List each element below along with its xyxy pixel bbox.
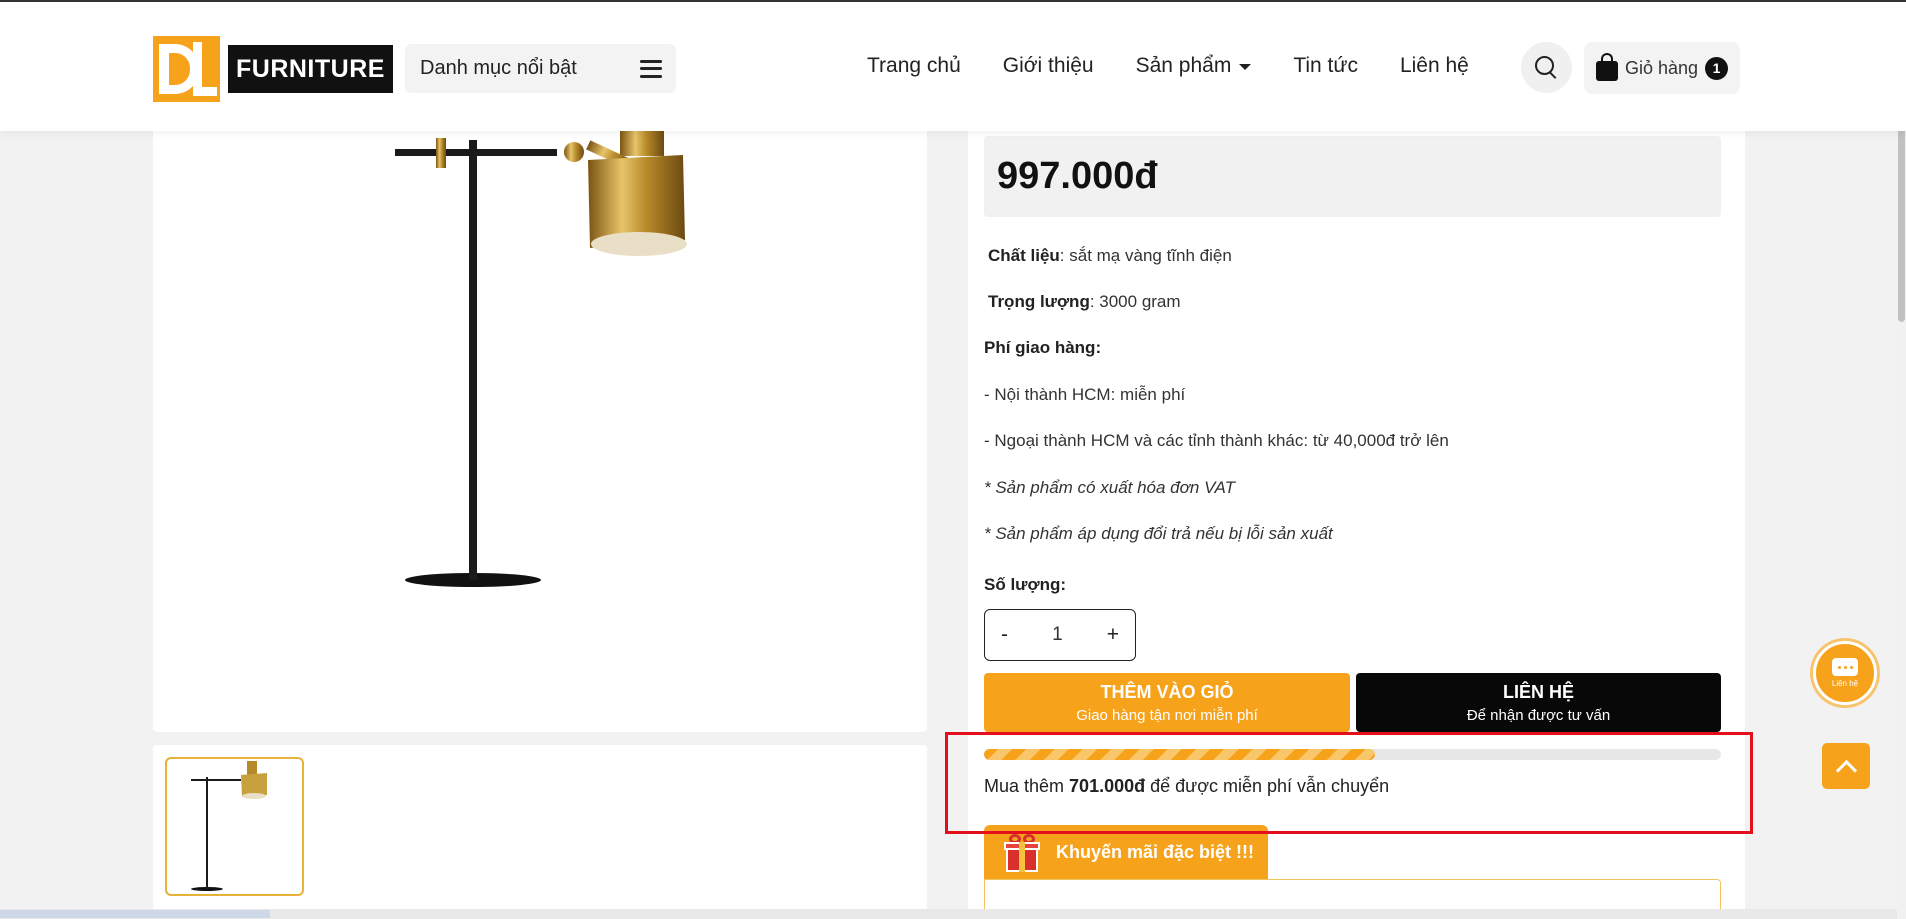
quantity-input[interactable]: 1 bbox=[1052, 624, 1063, 646]
nav-products-label: Sản phẩm bbox=[1135, 54, 1232, 77]
chevron-up-icon bbox=[1835, 759, 1857, 781]
search-button[interactable] bbox=[1521, 42, 1572, 93]
free-shipping-amount: 701.000đ bbox=[1069, 776, 1146, 796]
note-vat: * Sản phẩm có xuất hóa đơn VAT bbox=[984, 478, 1235, 497]
vertical-scrollbar[interactable] bbox=[1897, 0, 1906, 919]
add-to-cart-sublabel: Giao hàng tận nơi miễn phí bbox=[1076, 706, 1258, 724]
nav-products[interactable]: Sản phẩm bbox=[1136, 54, 1252, 78]
nav-news[interactable]: Tin tức bbox=[1293, 54, 1358, 78]
lamp-thumbnail-image bbox=[191, 761, 267, 891]
category-menu-button[interactable]: Danh mục nổi bật bbox=[405, 44, 676, 93]
spec-weight-label: Trọng lượng bbox=[988, 292, 1090, 311]
note-return: * Sản phẩm áp dụng đổi trả nếu bị lỗi sả… bbox=[984, 524, 1333, 543]
vertical-scroll-thumb[interactable] bbox=[1898, 110, 1905, 322]
floating-contact-label: Liên hệ bbox=[1831, 679, 1859, 688]
menu-icon bbox=[640, 59, 662, 78]
chevron-down-icon bbox=[1239, 64, 1252, 70]
horizontal-scrollbar[interactable] bbox=[0, 909, 1897, 919]
thumbnail-strip bbox=[153, 745, 927, 911]
contact-label: LIÊN HỆ bbox=[1502, 681, 1574, 702]
logo-mark bbox=[153, 36, 220, 102]
gift-icon bbox=[1004, 833, 1040, 872]
cart-button[interactable]: Giỏ hàng 1 bbox=[1584, 42, 1740, 94]
quantity-label: Số lượng: bbox=[984, 575, 1066, 594]
back-to-top-button[interactable] bbox=[1822, 743, 1870, 789]
product-info: 997.000đ Chất liệu: sắt mạ vàng tĩnh điệ… bbox=[968, 100, 1745, 919]
main-nav: Trang chủ Giới thiệu Sản phẩm Tin tức Li… bbox=[867, 54, 1511, 78]
lamp-image bbox=[395, 100, 687, 587]
shopping-bag-icon bbox=[1596, 53, 1618, 81]
horizontal-scroll-thumb[interactable] bbox=[0, 910, 270, 918]
spec-weight-value: : 3000 gram bbox=[1089, 292, 1181, 311]
nav-contact[interactable]: Liên hệ bbox=[1400, 54, 1469, 78]
brand-logo[interactable]: FURNITURE bbox=[153, 36, 393, 102]
spec-weight: Trọng lượng: 3000 gram bbox=[988, 292, 1181, 312]
shipping-line-outer: - Ngoại thành HCM và các tỉnh thành khác… bbox=[984, 431, 1449, 450]
shipping-heading: Phí giao hàng: bbox=[984, 338, 1102, 357]
promotion-title: Khuyến mãi đặc biệt !!! bbox=[1056, 842, 1255, 862]
quantity-increase-button[interactable]: + bbox=[1107, 623, 1119, 647]
shipping-line-inner-city: - Nội thành HCM: miễn phí bbox=[984, 385, 1186, 404]
product-price: 997.000đ bbox=[984, 136, 1721, 217]
free-shipping-message: Mua thêm 701.000đ để được miễn phí vẫn c… bbox=[984, 776, 1390, 796]
free-shipping-progress-fill bbox=[984, 749, 1375, 760]
contact-button[interactable]: LIÊN HỆ Để nhận được tư vấn bbox=[1356, 673, 1721, 732]
free-shipping-progress-bar bbox=[984, 749, 1721, 760]
product-main-image[interactable] bbox=[153, 100, 927, 732]
quantity-stepper: - 1 + bbox=[984, 609, 1136, 661]
spec-material: Chất liệu: sắt mạ vàng tĩnh điện bbox=[988, 246, 1232, 266]
nav-about[interactable]: Giới thiệu bbox=[1003, 54, 1094, 78]
chat-icon bbox=[1832, 658, 1858, 676]
promotion-tab[interactable]: Khuyến mãi đặc biệt !!! bbox=[984, 825, 1268, 880]
cart-count-badge: 1 bbox=[1705, 56, 1729, 80]
spec-material-value: : sắt mạ vàng tĩnh điện bbox=[1059, 246, 1232, 265]
quantity-decrease-button[interactable]: - bbox=[1001, 623, 1008, 647]
product-thumbnail[interactable] bbox=[165, 757, 304, 896]
floating-contact-button[interactable]: Liên hệ bbox=[1813, 641, 1877, 705]
category-menu-label: Danh mục nổi bật bbox=[420, 57, 577, 79]
cart-label: Giỏ hàng bbox=[1625, 57, 1699, 78]
contact-sublabel: Để nhận được tư vấn bbox=[1466, 706, 1611, 724]
logo-text: FURNITURE bbox=[228, 45, 393, 93]
add-to-cart-button[interactable]: THÊM VÀO GIỎ Giao hàng tận nơi miễn phí bbox=[984, 673, 1350, 732]
add-to-cart-label: THÊM VÀO GIỎ bbox=[1100, 681, 1234, 702]
site-header: FURNITURE Danh mục nổi bật Trang chủ Giớ… bbox=[0, 0, 1906, 131]
spec-material-label: Chất liệu bbox=[988, 246, 1060, 265]
nav-home[interactable]: Trang chủ bbox=[867, 54, 961, 78]
